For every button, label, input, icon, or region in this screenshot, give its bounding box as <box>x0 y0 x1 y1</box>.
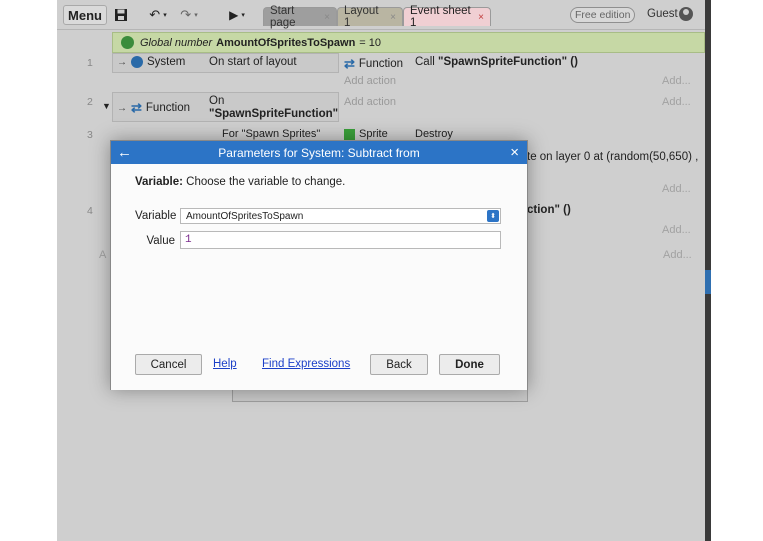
row-number: 4 <box>87 205 93 217</box>
chevron-updown-icon[interactable]: ⬍ <box>487 210 499 222</box>
guest-label[interactable]: Guest <box>647 8 678 20</box>
variable-select-value: AmountOfSpritesToSpawn <box>186 210 304 222</box>
description-label: Variable: <box>135 176 183 188</box>
help-link[interactable]: Help <box>213 358 237 370</box>
gear-icon <box>131 56 143 68</box>
close-icon[interactable]: × <box>390 12 396 23</box>
action-text[interactable]: Destroy <box>415 128 453 140</box>
arrow-right-icon: → <box>117 56 127 68</box>
cancel-button[interactable]: Cancel <box>135 354 202 375</box>
construct-editor: Menu ↶ ▾ ↷ ▾ ▶ ▾ Start page × Layout 1 × Even… <box>57 0 705 541</box>
variable-select[interactable]: AmountOfSpritesToSpawn ⬍ <box>180 208 501 224</box>
add-action-link[interactable]: Add action <box>344 75 396 87</box>
find-expressions-link[interactable]: Find Expressions <box>262 358 350 370</box>
function-icon: ⇄ <box>344 56 355 71</box>
preview-button[interactable]: ▶ ▾ <box>224 5 250 25</box>
event-condition-text-line1[interactable]: On <box>209 95 224 107</box>
global-variable-row[interactable]: Global number AmountOfSpritesToSpawn = 1… <box>112 32 705 53</box>
tab-label: Layout 1 <box>344 5 379 29</box>
undo-button[interactable]: ↶ ▾ <box>145 5 171 25</box>
function-icon: ⇄ <box>131 100 142 115</box>
object-name: Function <box>145 102 191 114</box>
event-condition-object[interactable]: → System <box>117 56 185 68</box>
undo-icon: ↶ <box>149 7 161 22</box>
row-number: 3 <box>87 129 93 141</box>
dialog-body: Variable: Choose the variable to change.… <box>111 164 527 390</box>
event-condition-text[interactable]: For "Spawn Sprites" <box>222 128 320 140</box>
chevron-down-icon: ▾ <box>241 12 245 19</box>
event-condition-text-line2[interactable]: "SpawnSpriteFunction" <box>209 108 338 120</box>
back-button[interactable]: Back <box>370 354 428 375</box>
arrow-right-icon: → <box>117 102 127 114</box>
description-text: Choose the variable to change. <box>186 176 346 188</box>
object-name: Sprite <box>359 128 388 140</box>
tab-event-sheet-1[interactable]: Event sheet 1 × <box>403 5 491 29</box>
global-name: AmountOfSpritesToSpawn <box>216 36 356 49</box>
row-number: 2 <box>87 96 93 108</box>
action-text[interactable]: Call "SpawnSpriteFunction" () <box>415 56 578 68</box>
tab-start-page[interactable]: Start page × <box>263 5 337 29</box>
tab-label: Event sheet 1 <box>410 5 471 29</box>
window-edge <box>705 0 711 541</box>
action-value: "SpawnSpriteFunction" () <box>438 56 578 68</box>
add-link[interactable]: Add... <box>662 224 691 236</box>
scroll-indicator <box>705 270 711 294</box>
global-value: = 10 <box>359 36 382 49</box>
row-number: 1 <box>87 57 93 69</box>
sprite-icon <box>344 128 355 140</box>
close-icon[interactable]: × <box>324 12 330 23</box>
toolbar: Menu ↶ ▾ ↷ ▾ ▶ ▾ Start page × Layout 1 × Even… <box>57 0 705 30</box>
global-prefix: Global number <box>140 36 213 49</box>
close-icon[interactable]: × <box>510 141 519 164</box>
chevron-down-icon: ▾ <box>194 12 198 19</box>
play-icon: ▶ <box>229 8 239 22</box>
dialog-title: Parameters for System: Subtract from <box>218 145 420 160</box>
tab-layout-1[interactable]: Layout 1 × <box>337 5 403 29</box>
save-icon[interactable] <box>113 5 129 25</box>
action-text[interactable]: ction" () <box>527 204 571 216</box>
dialog-title-bar: ← Parameters for System: Subtract from × <box>111 141 527 164</box>
action-prefix: Call <box>415 56 435 68</box>
object-name: System <box>147 56 186 68</box>
add-action-link[interactable]: Add action <box>344 96 396 108</box>
globe-icon <box>121 36 134 49</box>
close-icon[interactable]: × <box>478 12 484 23</box>
tab-label: Start page <box>270 5 296 29</box>
redo-icon: ↷ <box>180 7 192 22</box>
chevron-down-icon: ▾ <box>163 12 167 19</box>
add-link[interactable]: Add... <box>662 75 691 87</box>
event-condition-text[interactable]: On start of layout <box>209 56 297 68</box>
add-link[interactable]: Add... <box>663 249 692 261</box>
event-condition-object[interactable]: → ⇄ Function <box>117 100 190 116</box>
object-name: Function <box>358 58 404 70</box>
done-button[interactable]: Done <box>439 354 500 375</box>
value-label: Value <box>146 235 175 247</box>
action-text[interactable]: te on layer 0 at (random(50,650) , <box>527 151 705 163</box>
action-object[interactable]: ⇄ Function <box>344 56 403 72</box>
add-link[interactable]: Add... <box>662 96 691 108</box>
add-link[interactable]: Add... <box>662 183 691 195</box>
variable-label: Variable <box>135 210 177 222</box>
free-edition-badge[interactable]: Free edition <box>570 7 636 23</box>
value-input[interactable]: 1 <box>180 231 501 249</box>
parameters-dialog: ← Parameters for System: Subtract from ×… <box>110 140 528 390</box>
back-arrow-icon[interactable]: ← <box>117 141 132 164</box>
menu-button[interactable]: Menu <box>63 5 107 25</box>
action-object[interactable]: Sprite <box>344 128 388 140</box>
collapse-triangle-icon[interactable]: ▼ <box>102 101 111 111</box>
add-event-link[interactable]: A <box>99 249 106 261</box>
user-icon[interactable] <box>679 7 693 21</box>
redo-button[interactable]: ↷ ▾ <box>175 5 203 25</box>
parameter-description: Variable: Choose the variable to change. <box>135 176 345 188</box>
